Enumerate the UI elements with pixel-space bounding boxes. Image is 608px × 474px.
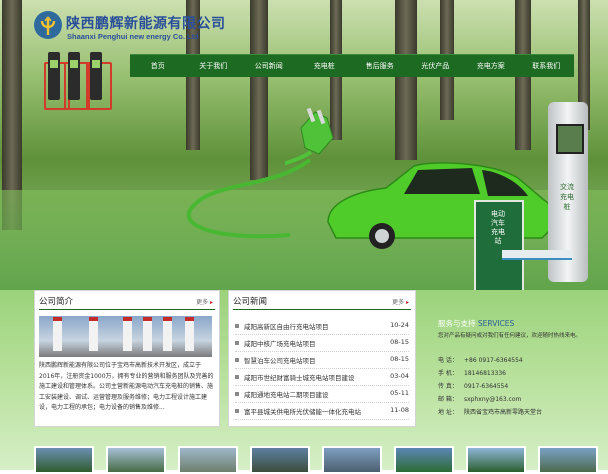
contact-address: 地 址： 陕西省宝鸡市高新零路天堂台: [438, 409, 543, 416]
contact-mobile: 手 机： 18146813336: [438, 370, 506, 377]
bullet-icon: [235, 324, 239, 328]
nav-charging-solutions[interactable]: 充电方案: [463, 55, 519, 77]
news-item[interactable]: 咸阳中核广场充电站项目 08-15: [235, 335, 409, 352]
nav-after-sales[interactable]: 售后服务: [352, 55, 408, 77]
station-canopy: [502, 250, 572, 260]
bullet-icon: [235, 375, 239, 379]
bullet-icon: [235, 341, 239, 345]
charger-label: 交流充电桩: [560, 183, 574, 211]
news-title: 公司新闻: [233, 297, 268, 307]
bullet-icon: [235, 358, 239, 362]
news-item[interactable]: 富平县城关供电所光伏储能一体化充电站 11-08: [235, 403, 409, 420]
charger-mini: [48, 52, 60, 100]
charger-mini: [90, 52, 102, 100]
intro-more-link[interactable]: 更多: [196, 297, 213, 306]
company-name-cn: 陕西鹏辉新能源有限公司: [66, 16, 226, 32]
tree-trunk: [395, 0, 417, 160]
intro-text: 陕西鹏辉新能源有限公司位于宝鸡市高新技术开发区，成立于2016年，注册资金100…: [39, 362, 214, 411]
nav-home[interactable]: 首页: [130, 55, 186, 77]
charger-screen: [556, 124, 584, 154]
intro-photo[interactable]: [39, 316, 212, 357]
station-label: 电动汽车充电站: [491, 210, 505, 245]
contact-phone: 电 话： +86 0917-6364554: [438, 357, 523, 364]
logo[interactable]: 陕西鹏辉新能源有限公司 Shaanxi Penghui new energy C…: [34, 11, 226, 45]
service-desc: 您对产品有疑问或对我们有任何建议，欢迎随时热线来电。: [438, 333, 582, 339]
nav-chargers[interactable]: 充电桩: [297, 55, 353, 77]
charger-mini: [68, 52, 80, 100]
service-title-cn: 服务与支持: [438, 319, 476, 328]
logo-mark-icon: [34, 11, 62, 39]
main-nav: 首页 关于我们 公司新闻 充电桩 售后服务 光伏产品 充电方案 联系我们: [130, 54, 574, 77]
news-panel: 公司新闻 更多 咸阳高新区自由行充电站项目10-24 咸阳中核广场充电站项目08…: [228, 290, 416, 427]
intro-panel: 公司简介 更多 陕西鹏辉新能源有限公司位于宝鸡市高新技术开发区，成立于2016年…: [34, 290, 220, 427]
nav-contact[interactable]: 联系我们: [519, 55, 575, 77]
contact-email[interactable]: 邮 箱： sxphxny@163.com: [438, 394, 521, 403]
news-item[interactable]: 智慧泊车公司充电站项目 08-15: [235, 352, 409, 369]
news-more-link[interactable]: 更多: [392, 297, 409, 306]
news-item[interactable]: 咸阳高新区自由行充电站项目 10-24: [235, 318, 409, 335]
intro-title: 公司简介: [39, 297, 74, 307]
plug-cable: [186, 158, 312, 239]
divider: [39, 309, 215, 310]
service-title-en: SERVICES: [477, 319, 515, 328]
nav-pv-products[interactable]: 光伏产品: [408, 55, 464, 77]
service-title: 服务与支持 SERVICES: [438, 318, 604, 329]
contact-fax: 传 真： 0917-6364554: [438, 383, 509, 390]
nav-news[interactable]: 公司新闻: [241, 55, 297, 77]
service-support: 服务与支持 SERVICES 您对产品有疑问或对我们有任何建议，欢迎随时热线来电…: [438, 318, 604, 438]
bullet-icon: [235, 392, 239, 396]
news-item[interactable]: 咸阳市世纪财富骑士城充电站项目建设 03-04: [235, 369, 409, 386]
station-sign: 电动汽车充电站: [474, 200, 524, 290]
nav-about[interactable]: 关于我们: [186, 55, 242, 77]
news-list: 咸阳高新区自由行充电站项目 10-24 咸阳中核广场充电站项目 08-15 智慧泊车…: [235, 318, 409, 420]
news-item[interactable]: 咸阳通地充电站二期项目建设 05-11: [235, 386, 409, 403]
bullet-icon: [235, 409, 239, 413]
company-name-en: Shaanxi Penghui new energy Co. Ltd: [67, 32, 199, 41]
divider: [233, 309, 411, 310]
